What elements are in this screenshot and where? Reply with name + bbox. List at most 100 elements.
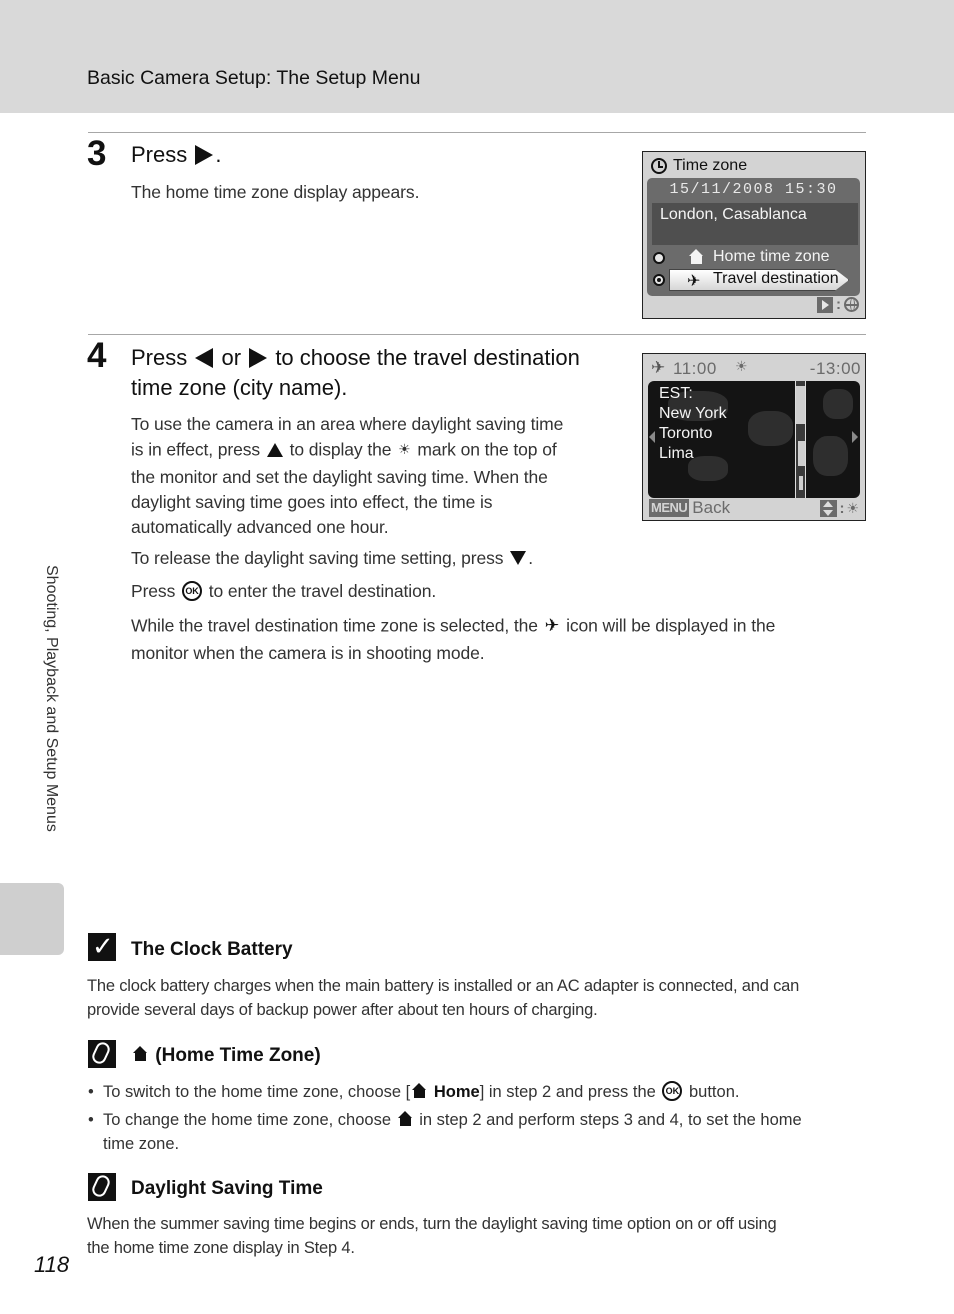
step-title-text: to choose the travel destination — [275, 345, 580, 370]
list-item: • To change the home time zone, choose i… — [88, 1108, 873, 1156]
map-right-arrow-icon — [852, 431, 858, 443]
note-heading: Daylight Saving Time — [131, 1178, 323, 1199]
home-icon — [133, 1046, 148, 1062]
step-title-text: Press — [131, 142, 188, 167]
step-title: Press . — [131, 140, 222, 170]
header-band: Basic Camera Setup: The Setup Menu — [0, 0, 954, 113]
right-arrow-icon — [249, 347, 268, 368]
map-landmass — [813, 436, 848, 476]
text-line: While the travel destination time zone i… — [131, 613, 861, 641]
play-icon — [817, 296, 833, 313]
option-label: Travel destination — [713, 270, 839, 287]
text-line: monitor when the camera is in shooting m… — [131, 643, 485, 663]
time-zone-screen: Time zone 15/11/2008 15:30 London, Casab… — [642, 151, 866, 319]
city-item: New York — [659, 405, 727, 422]
globe-icon — [844, 297, 859, 312]
option-travel-destination[interactable]: ✈ Travel destination — [647, 269, 860, 291]
text: To change the home time zone, choose — [103, 1111, 392, 1129]
band-landmass — [798, 441, 805, 466]
right-arrow-icon — [195, 144, 214, 165]
note-heading: (Home Time Zone) — [131, 1045, 321, 1067]
step-title-text: time zone (city name). — [131, 375, 348, 400]
text-line: daylight saving time goes into effect, t… — [131, 492, 493, 512]
text-line: the monitor and set the daylight saving … — [131, 467, 548, 487]
note-heading: The Clock Battery — [131, 939, 293, 960]
bullet: • — [88, 1111, 94, 1129]
radio-icon — [653, 252, 665, 264]
map-landmass — [748, 411, 793, 446]
divider — [88, 334, 866, 335]
text: To release the daylight saving time sett… — [131, 548, 504, 568]
text-line: automatically advanced one hour. — [131, 517, 389, 537]
left-arrow-icon — [195, 347, 214, 368]
time-offset: -13:00 — [809, 359, 861, 378]
bullet: • — [88, 1083, 94, 1101]
step-title-text: or — [221, 345, 242, 370]
screen-footer: : — [817, 296, 859, 313]
text: in step 2 and perform steps 3 and 4, to … — [419, 1111, 802, 1129]
step-paragraph: To use the camera in an area where dayli… — [131, 412, 611, 540]
daylight-saving-icon: ☀ — [735, 358, 748, 374]
text: icon will be displayed in the — [566, 615, 776, 636]
separator: : — [839, 500, 845, 517]
step-title: Press or to choose the travel destinatio… — [131, 343, 621, 403]
city-name: London, Casablanca — [660, 206, 807, 223]
text: ] in step 2 and press the — [479, 1083, 656, 1101]
time-zone-band — [795, 381, 806, 498]
text-line: The clock battery charges when the main … — [87, 977, 800, 995]
up-arrow-icon — [266, 442, 283, 457]
plane-icon: ✈ — [687, 273, 701, 290]
pencil-icon — [88, 1040, 116, 1068]
note-body: When the summer saving time begins or en… — [87, 1213, 877, 1260]
text: to enter the travel destination. — [208, 581, 437, 601]
step-title-punct: . — [215, 142, 222, 167]
local-time: 11:00 — [673, 359, 717, 378]
plane-icon: ✈ — [544, 615, 560, 635]
text: to display the — [289, 439, 392, 460]
list-item: • To switch to the home time zone, choos… — [88, 1080, 873, 1104]
down-arrow-icon — [510, 550, 527, 565]
datetime-readout: 15/11/2008 15:30 — [669, 181, 838, 198]
city-item: Lima — [659, 445, 694, 462]
step-number: 4 — [87, 336, 107, 375]
text: . — [528, 548, 533, 568]
band-landmass — [796, 386, 805, 424]
daylight-saving-icon: ☀ — [846, 500, 859, 516]
screen-title-row: Time zone — [651, 157, 747, 175]
back-label: Back — [692, 498, 731, 517]
home-icon — [687, 249, 706, 268]
text: Press — [131, 581, 176, 601]
ok-button-icon: OK — [662, 1081, 683, 1102]
option-home-time-zone[interactable]: Home time zone — [647, 247, 860, 269]
menu-icon: MENU — [649, 499, 690, 517]
text: While the travel destination time zone i… — [131, 615, 538, 636]
ok-button-icon: OK — [182, 580, 202, 601]
divider — [88, 132, 866, 133]
text-line: the home time zone display in Step 4. — [87, 1238, 355, 1257]
page-number: 118 — [34, 1252, 70, 1277]
time-zone-panel: 15/11/2008 15:30 London, Casablanca Home… — [647, 178, 860, 296]
text-line: When the summer saving time begins or en… — [87, 1215, 777, 1233]
text: is in effect, press — [131, 439, 261, 460]
step-paragraph: Press OK to enter the travel destination… — [131, 579, 436, 604]
note-heading-text: (Home Time Zone) — [155, 1045, 321, 1066]
text: To switch to the home time zone, choose … — [103, 1083, 411, 1101]
text: button. — [689, 1083, 740, 1101]
note-body: The clock battery charges when the main … — [87, 975, 877, 1022]
text: time zone. — [103, 1135, 180, 1153]
travel-destination-map-screen: ✈ 11:00 ☀ -13:00 EST: New York Toronto L… — [642, 353, 866, 521]
text-line: To use the camera in an area where dayli… — [131, 414, 564, 434]
text-line: is in effect, press to display the ☀ mar… — [131, 437, 611, 465]
home-icon — [397, 1111, 413, 1127]
step-paragraph: To release the daylight saving time sett… — [131, 546, 533, 571]
step-title-text: Press — [131, 345, 188, 370]
chapter-side-label: Shooting, Playback and Setup Menus — [43, 565, 60, 832]
pencil-icon — [88, 1173, 116, 1201]
separator: : — [836, 296, 841, 313]
chapter-tab — [0, 883, 64, 955]
section-title: Basic Camera Setup: The Setup Menu — [87, 67, 421, 89]
text-line: provide several days of backup power aft… — [87, 1000, 598, 1019]
step-paragraph: While the travel destination time zone i… — [131, 613, 861, 666]
back-hint: MENU Back — [649, 498, 730, 518]
radio-selected-icon — [653, 274, 665, 286]
